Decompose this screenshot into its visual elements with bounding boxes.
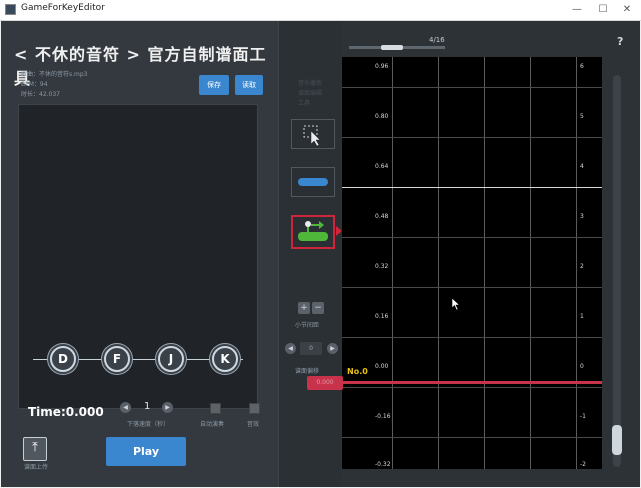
y-tick-right: 5 [580, 113, 584, 120]
y-tick-left: 0.64 [375, 163, 389, 170]
key-k[interactable]: K [212, 346, 238, 372]
close-button[interactable]: ✕ [613, 1, 641, 19]
grid-line [576, 57, 577, 469]
left-panel: < 不休的音符 > 官方自制谱面工具 歌曲：不休的音符s.mp3 BPM：94 … [1, 21, 278, 487]
grid-line [342, 437, 602, 438]
hold-note-icon [298, 221, 328, 241]
game-preview: D F J K [18, 104, 258, 409]
key-f[interactable]: F [104, 346, 130, 372]
speed-decrease-button[interactable]: ◀ [120, 402, 131, 413]
measure-spacing-label: 小节间距 [295, 322, 320, 329]
help-button[interactable]: ? [617, 35, 623, 48]
timeline-scrollbar[interactable] [612, 75, 622, 467]
editor-app: < 不休的音符 > 官方自制谱面工具 歌曲：不休的音符s.mp3 BPM：94 … [1, 21, 640, 487]
timeline-scroll-thumb[interactable] [612, 425, 622, 455]
y-tick-left: 0.32 [375, 263, 389, 270]
measure-plus-button[interactable]: + [298, 302, 310, 314]
speed-value: 1 [144, 401, 151, 412]
auto-play-checkbox[interactable] [210, 403, 221, 414]
y-tick-left: 0.00 [375, 363, 389, 370]
measure-minus-button[interactable]: − [312, 302, 324, 314]
timeline-panel: 4/16 ? 0.96 0.80 0.64 0.48 0.32 0.16 0.0… [341, 21, 640, 487]
y-tick-right: 1 [580, 313, 584, 320]
song-name: 歌曲：不休的音符s.mp3 [21, 71, 88, 78]
speed-label: 下落速度（秒） [127, 421, 170, 428]
y-tick-left: 0.48 [375, 213, 389, 220]
grid-line [392, 57, 393, 469]
faint-label: 谱面编辑 [298, 90, 323, 97]
y-tick-left: -0.32 [375, 461, 391, 468]
speed-increase-button[interactable]: ▶ [162, 402, 173, 413]
app-icon [5, 4, 16, 15]
y-tick-left: 0.80 [375, 113, 389, 120]
grid-line [438, 57, 439, 469]
minimize-button[interactable]: — [563, 1, 591, 19]
y-tick-right: -2 [580, 461, 586, 468]
window-title: GameForKeyEditor [21, 3, 105, 13]
faint-label: 工具 [298, 100, 311, 107]
offset-decrease-button[interactable]: ◀ [285, 343, 296, 354]
upload-label: 谱面上传 [24, 464, 49, 471]
key-j[interactable]: J [158, 346, 184, 372]
measure-line [342, 187, 602, 188]
tap-note-icon [298, 178, 328, 186]
save-button[interactable]: 保存 [199, 75, 229, 95]
offset-value-field[interactable]: 0 [300, 342, 322, 355]
chart-offset-label: 谱面偏移 [295, 368, 320, 375]
playhead-label: No.0 [347, 367, 368, 376]
grid-line [342, 287, 602, 288]
y-tick-right: 0 [580, 363, 584, 370]
y-tick-right: -1 [580, 413, 586, 420]
y-tick-left: 0.96 [375, 63, 389, 70]
play-button[interactable]: Play [106, 437, 186, 466]
y-tick-left: -0.16 [375, 413, 391, 420]
hold-note-tool[interactable] [291, 215, 335, 249]
grid-line [484, 57, 485, 469]
page-indicator: 4/16 [429, 36, 445, 44]
sound-checkbox[interactable] [249, 403, 260, 414]
upload-button[interactable]: ⤒ [23, 437, 47, 461]
tap-note-tool[interactable] [291, 167, 335, 197]
page-slider[interactable] [349, 45, 445, 50]
select-icon [303, 125, 321, 147]
grid-line [342, 237, 602, 238]
grid-line [342, 87, 602, 88]
tool-panel: 音乐播放 谱面编辑 工具 + − 小节间距 ◀ 0 ▶ 谱面偏移 [278, 21, 342, 487]
y-tick-left: 0.16 [375, 313, 389, 320]
page-slider-thumb[interactable] [381, 45, 403, 50]
offset-increase-button[interactable]: ▶ [327, 343, 338, 354]
grid-line [342, 387, 602, 388]
mouse-cursor-icon [451, 297, 461, 311]
sound-label: 音效 [247, 421, 260, 428]
read-button[interactable]: 读取 [235, 75, 263, 95]
key-d[interactable]: D [50, 346, 76, 372]
grid-line [342, 137, 602, 138]
select-tool[interactable] [291, 119, 335, 149]
y-tick-right: 6 [580, 63, 584, 70]
song-duration: 时长：42.037 [21, 91, 60, 98]
upload-icon: ⤒ [32, 440, 38, 455]
grid-line [342, 337, 602, 338]
faint-label: 音乐播放 [298, 80, 323, 87]
note-grid[interactable]: 0.96 0.80 0.64 0.48 0.32 0.16 0.00 -0.16… [342, 57, 602, 469]
y-tick-right: 3 [580, 213, 584, 220]
playhead-line [307, 381, 602, 384]
y-tick-right: 2 [580, 263, 584, 270]
window-titlebar: GameForKeyEditor — ☐ ✕ [0, 0, 641, 21]
time-display: Time:0.000 [28, 405, 104, 419]
y-tick-right: 4 [580, 163, 584, 170]
song-bpm: BPM：94 [21, 81, 48, 88]
playhead-handle[interactable]: 0.000 [307, 376, 343, 390]
grid-line [530, 57, 531, 469]
auto-play-label: 自动演奏 [200, 421, 225, 428]
